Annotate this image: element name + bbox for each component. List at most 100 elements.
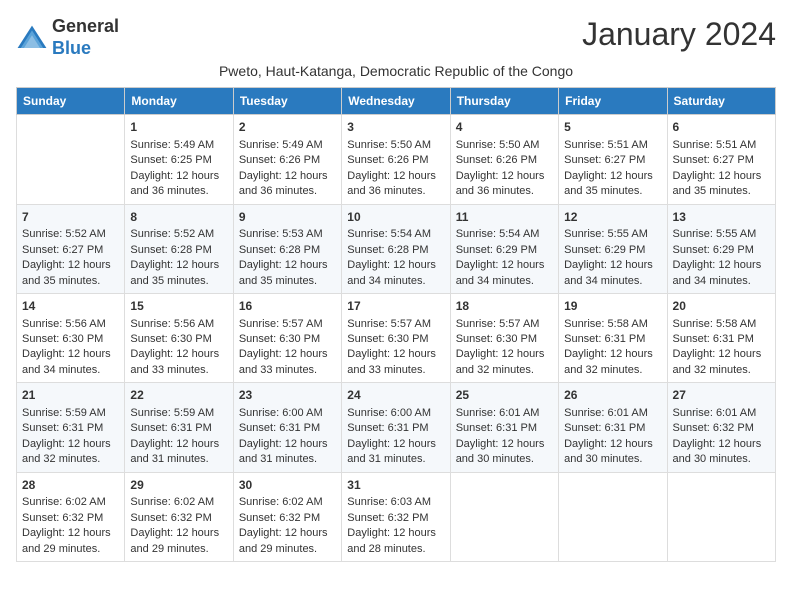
day-number: 14 (22, 298, 119, 315)
day-number: 31 (347, 477, 444, 494)
week-row-4: 28Sunrise: 6:02 AMSunset: 6:32 PMDayligh… (17, 472, 776, 561)
calendar-cell (559, 472, 667, 561)
day-number: 28 (22, 477, 119, 494)
sunset-text: Sunset: 6:32 PM (673, 421, 770, 436)
calendar-cell: 13Sunrise: 5:55 AMSunset: 6:29 PMDayligh… (667, 204, 775, 293)
sunset-text: Sunset: 6:28 PM (239, 243, 336, 258)
calendar-cell (17, 115, 125, 204)
day-number: 9 (239, 209, 336, 226)
sunrise-text: Sunrise: 5:59 AM (130, 406, 227, 421)
logo-text: General Blue (52, 16, 119, 59)
daylight-text: Daylight: 12 hours and 34 minutes. (456, 258, 553, 289)
sunset-text: Sunset: 6:30 PM (347, 332, 444, 347)
col-monday: Monday (125, 88, 233, 115)
day-number: 15 (130, 298, 227, 315)
daylight-text: Daylight: 12 hours and 30 minutes. (564, 437, 661, 468)
sunrise-text: Sunrise: 5:56 AM (130, 317, 227, 332)
col-wednesday: Wednesday (342, 88, 450, 115)
sunset-text: Sunset: 6:30 PM (22, 332, 119, 347)
day-number: 6 (673, 119, 770, 136)
day-number: 24 (347, 387, 444, 404)
calendar-cell: 19Sunrise: 5:58 AMSunset: 6:31 PMDayligh… (559, 293, 667, 382)
daylight-text: Daylight: 12 hours and 30 minutes. (456, 437, 553, 468)
sunrise-text: Sunrise: 5:52 AM (130, 227, 227, 242)
sunset-text: Sunset: 6:31 PM (239, 421, 336, 436)
sunset-text: Sunset: 6:30 PM (130, 332, 227, 347)
daylight-text: Daylight: 12 hours and 33 minutes. (239, 347, 336, 378)
sunrise-text: Sunrise: 5:58 AM (564, 317, 661, 332)
sunrise-text: Sunrise: 5:50 AM (456, 138, 553, 153)
day-number: 21 (22, 387, 119, 404)
calendar-cell: 3Sunrise: 5:50 AMSunset: 6:26 PMDaylight… (342, 115, 450, 204)
day-number: 7 (22, 209, 119, 226)
daylight-text: Daylight: 12 hours and 31 minutes. (239, 437, 336, 468)
sunrise-text: Sunrise: 5:57 AM (347, 317, 444, 332)
day-number: 19 (564, 298, 661, 315)
daylight-text: Daylight: 12 hours and 34 minutes. (22, 347, 119, 378)
calendar-cell: 31Sunrise: 6:03 AMSunset: 6:32 PMDayligh… (342, 472, 450, 561)
calendar-header: Sunday Monday Tuesday Wednesday Thursday… (17, 88, 776, 115)
header-row: Sunday Monday Tuesday Wednesday Thursday… (17, 88, 776, 115)
sunrise-text: Sunrise: 5:49 AM (130, 138, 227, 153)
sunrise-text: Sunrise: 6:00 AM (239, 406, 336, 421)
logo-icon (16, 24, 48, 52)
calendar-cell: 23 Sunrise: 6:00 AMSunset: 6:31 PMDayligh… (233, 383, 341, 472)
daylight-text: Daylight: 12 hours and 34 minutes. (564, 258, 661, 289)
sunset-text: Sunset: 6:31 PM (564, 421, 661, 436)
calendar-cell: 16Sunrise: 5:57 AMSunset: 6:30 PMDayligh… (233, 293, 341, 382)
daylight-text: Daylight: 12 hours and 35 minutes. (22, 258, 119, 289)
daylight-text: Daylight: 12 hours and 35 minutes. (564, 169, 661, 200)
sunrise-text: Sunrise: 5:56 AM (22, 317, 119, 332)
sunrise-text: Sunrise: 5:51 AM (673, 138, 770, 153)
sunset-text: Sunset: 6:26 PM (456, 153, 553, 168)
sunset-text: Sunset: 6:27 PM (673, 153, 770, 168)
sunset-text: Sunset: 6:31 PM (673, 332, 770, 347)
sunrise-text: Sunrise: 5:57 AM (456, 317, 553, 332)
calendar-cell: 24Sunrise: 6:00 AMSunset: 6:31 PMDayligh… (342, 383, 450, 472)
sunrise-text: Sunrise: 6:00 AM (347, 406, 444, 421)
calendar-cell (667, 472, 775, 561)
sunrise-text: Sunrise: 5:58 AM (673, 317, 770, 332)
week-row-1: 7Sunrise: 5:52 AMSunset: 6:27 PMDaylight… (17, 204, 776, 293)
day-number: 1 (130, 119, 227, 136)
sunrise-text: Sunrise: 5:54 AM (456, 227, 553, 242)
week-row-2: 14Sunrise: 5:56 AMSunset: 6:30 PMDayligh… (17, 293, 776, 382)
sunset-text: Sunset: 6:29 PM (456, 243, 553, 258)
calendar-cell: 29Sunrise: 6:02 AMSunset: 6:32 PMDayligh… (125, 472, 233, 561)
day-number: 8 (130, 209, 227, 226)
daylight-text: Daylight: 12 hours and 36 minutes. (347, 169, 444, 200)
day-number: 10 (347, 209, 444, 226)
calendar-cell: 25Sunrise: 6:01 AMSunset: 6:31 PMDayligh… (450, 383, 558, 472)
daylight-text: Daylight: 12 hours and 36 minutes. (239, 169, 336, 200)
col-saturday: Saturday (667, 88, 775, 115)
month-title: January 2024 (582, 16, 776, 53)
sunset-text: Sunset: 6:31 PM (22, 421, 119, 436)
calendar-cell: 22Sunrise: 5:59 AMSunset: 6:31 PMDayligh… (125, 383, 233, 472)
sunset-text: Sunset: 6:32 PM (130, 511, 227, 526)
sunrise-text: Sunrise: 6:01 AM (564, 406, 661, 421)
calendar-cell: 6Sunrise: 5:51 AMSunset: 6:27 PMDaylight… (667, 115, 775, 204)
calendar-table: Sunday Monday Tuesday Wednesday Thursday… (16, 87, 776, 562)
calendar-cell: 7Sunrise: 5:52 AMSunset: 6:27 PMDaylight… (17, 204, 125, 293)
sunset-text: Sunset: 6:31 PM (456, 421, 553, 436)
calendar-cell: 10Sunrise: 5:54 AMSunset: 6:28 PMDayligh… (342, 204, 450, 293)
day-number: 23 (239, 387, 336, 404)
sunset-text: Sunset: 6:27 PM (22, 243, 119, 258)
sunset-text: Sunset: 6:30 PM (456, 332, 553, 347)
daylight-text: Daylight: 12 hours and 36 minutes. (456, 169, 553, 200)
day-number: 25 (456, 387, 553, 404)
calendar-cell: 5Sunrise: 5:51 AMSunset: 6:27 PMDaylight… (559, 115, 667, 204)
day-number: 30 (239, 477, 336, 494)
day-number: 4 (456, 119, 553, 136)
sunset-text: Sunset: 6:26 PM (239, 153, 336, 168)
calendar-cell: 4 Sunrise: 5:50 AMSunset: 6:26 PMDaylight… (450, 115, 558, 204)
sunset-text: Sunset: 6:31 PM (347, 421, 444, 436)
calendar-cell: 30Sunrise: 6:02 AMSunset: 6:32 PMDayligh… (233, 472, 341, 561)
calendar-cell: 8Sunrise: 5:52 AMSunset: 6:28 PMDaylight… (125, 204, 233, 293)
week-row-0: 1Sunrise: 5:49 AMSunset: 6:25 PMDaylight… (17, 115, 776, 204)
calendar-cell: 12Sunrise: 5:55 AMSunset: 6:29 PMDayligh… (559, 204, 667, 293)
sunset-text: Sunset: 6:30 PM (239, 332, 336, 347)
calendar-cell: 27Sunrise: 6:01 AMSunset: 6:32 PMDayligh… (667, 383, 775, 472)
daylight-text: Daylight: 12 hours and 35 minutes. (130, 258, 227, 289)
logo: General Blue (16, 16, 119, 59)
